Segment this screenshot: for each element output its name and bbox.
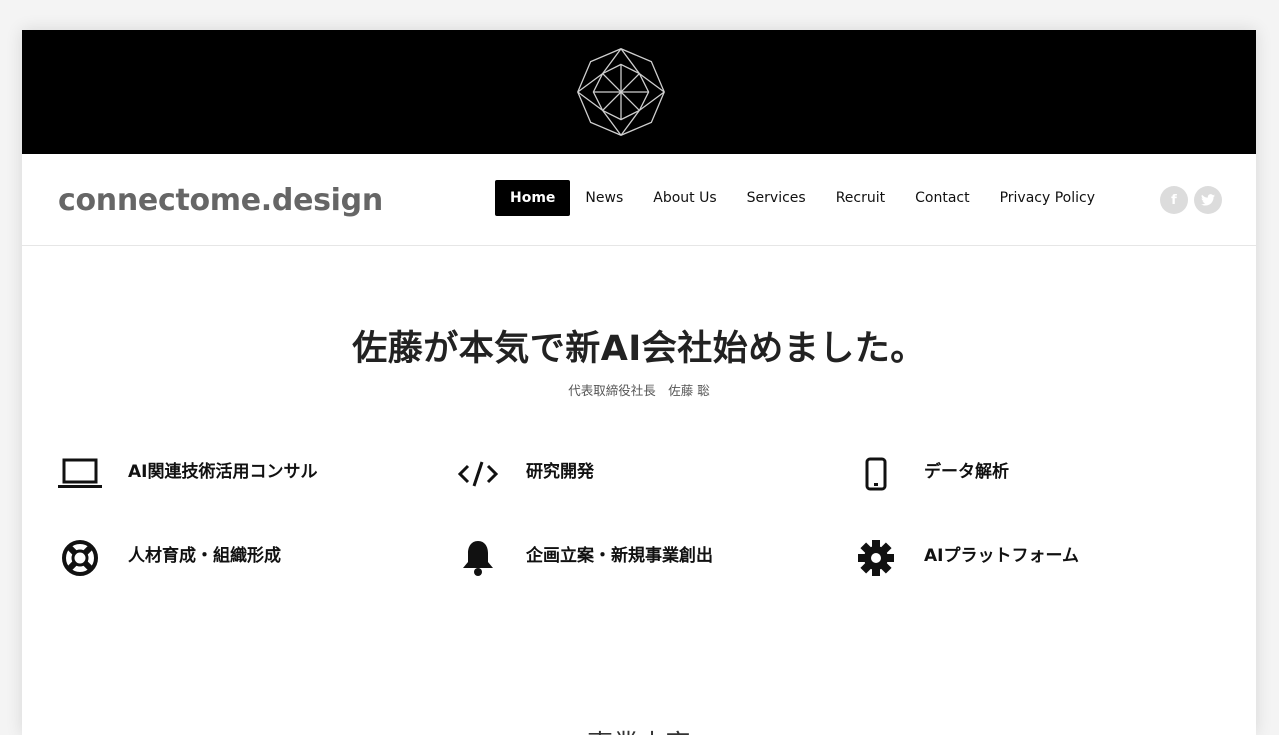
next-section-title: 事業内容 (22, 724, 1256, 735)
twitter-bird-icon[interactable] (1194, 186, 1222, 214)
feature-label: AIプラットフォーム (924, 546, 1079, 566)
facebook-icon[interactable]: f (1160, 186, 1188, 214)
feature-item-consulting: AI関連技術活用コンサル (56, 454, 436, 504)
feature-item-planning: 企画立案・新規事業創出 (454, 538, 834, 588)
nav-item-about-us[interactable]: About Us (638, 180, 731, 216)
feature-label: AI関連技術活用コンサル (128, 462, 318, 482)
feature-label: データ解析 (924, 462, 1009, 482)
feature-label: 人材育成・組織形成 (128, 546, 281, 566)
site-title[interactable]: connectome.design (58, 183, 383, 218)
nav-item-privacy-policy[interactable]: Privacy Policy (985, 180, 1110, 216)
feature-label: 研究開発 (526, 462, 594, 482)
geometric-crystal-logo-icon[interactable] (575, 46, 667, 138)
page-headline: 佐藤が本気で新AI会社始めました。 (352, 329, 926, 369)
feature-item-data-analysis: データ解析 (852, 454, 1232, 504)
twitter-glyph-icon (1201, 194, 1215, 206)
gear-icon (852, 538, 900, 578)
main-nav: Home News About Us Services Recruit Cont… (495, 180, 1110, 216)
nav-item-contact[interactable]: Contact (900, 180, 984, 216)
site-header: connectome.design Home News About Us Ser… (22, 154, 1256, 246)
feature-item-ai-platform: AIプラットフォーム (852, 538, 1232, 588)
feature-item-research: 研究開発 (454, 454, 834, 504)
bell-icon (454, 538, 502, 578)
code-icon (454, 454, 502, 494)
lifebuoy-icon (56, 538, 104, 578)
social-links: f (1160, 186, 1222, 214)
hero-band (22, 30, 1256, 154)
feature-item-hr-development: 人材育成・組織形成 (56, 538, 436, 588)
nav-item-news[interactable]: News (570, 180, 638, 216)
nav-item-home[interactable]: Home (495, 180, 571, 216)
nav-item-services[interactable]: Services (732, 180, 821, 216)
page-container: connectome.design Home News About Us Ser… (22, 30, 1256, 735)
mobile-phone-icon (852, 454, 900, 494)
nav-item-recruit[interactable]: Recruit (821, 180, 900, 216)
laptop-icon (56, 454, 104, 494)
feature-label: 企画立案・新規事業創出 (526, 546, 713, 566)
headline-byline: 代表取締役社長 佐藤 聡 (568, 383, 710, 398)
